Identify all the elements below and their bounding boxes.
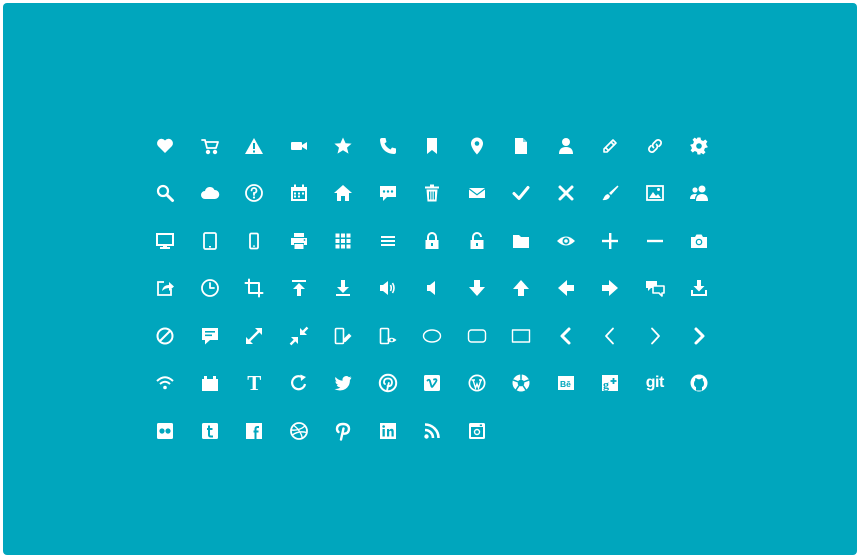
document-icon <box>499 122 544 170</box>
chevron-right-icon <box>633 312 678 360</box>
plus-icon <box>588 217 633 265</box>
star-icon <box>321 122 366 170</box>
image-icon <box>633 170 678 218</box>
volume-up-icon <box>366 265 411 313</box>
arrow-right-icon <box>588 265 633 313</box>
search-icon <box>143 170 188 218</box>
close-icon <box>544 170 589 218</box>
menu-icon <box>366 217 411 265</box>
text-icon: T <box>247 370 262 395</box>
behance-icon: Bē <box>544 360 589 408</box>
pinterest-p-icon <box>321 407 366 455</box>
google-plus-icon: g <box>588 360 633 408</box>
arrow-up-icon <box>499 265 544 313</box>
svg-text:Bē: Bē <box>560 379 571 389</box>
install-icon <box>677 265 722 313</box>
rounded-rect-icon <box>455 312 500 360</box>
rss-icon <box>410 407 455 455</box>
tumblr-icon <box>188 407 233 455</box>
trash-icon <box>410 170 455 218</box>
twitter-icon <box>321 360 366 408</box>
clock-icon <box>188 265 233 313</box>
calendar-icon <box>277 170 322 218</box>
arrow-down-icon <box>455 265 500 313</box>
minus-icon <box>633 217 678 265</box>
chevron-left-bold-icon <box>544 312 589 360</box>
refresh-icon <box>277 360 322 408</box>
chat-bubble-icon <box>366 170 411 218</box>
icon-grid: T Bē g git <box>143 122 723 455</box>
linkedin-icon <box>366 407 411 455</box>
monitor-icon <box>143 217 188 265</box>
brush-icon <box>588 170 633 218</box>
cart-icon <box>188 122 233 170</box>
expand-icon <box>232 312 277 360</box>
mobile-edit-icon <box>321 312 366 360</box>
crop-icon <box>232 265 277 313</box>
mail-icon <box>455 170 500 218</box>
svg-text:g: g <box>603 378 609 392</box>
help-icon <box>232 170 277 218</box>
phone-device-icon <box>232 217 277 265</box>
upload-icon <box>277 265 322 313</box>
tablet-icon <box>188 217 233 265</box>
pencil-icon <box>588 122 633 170</box>
map-pin-icon <box>455 122 500 170</box>
github-icon <box>677 360 722 408</box>
volume-down-icon <box>410 265 455 313</box>
printer-icon <box>277 217 322 265</box>
camera-icon <box>677 217 722 265</box>
gear-icon <box>677 122 722 170</box>
wifi-icon <box>143 360 188 408</box>
icon-panel: T Bē g git <box>3 3 857 555</box>
battery-icon <box>188 360 233 408</box>
mobile-view-icon <box>366 312 411 360</box>
rectangle-icon <box>499 312 544 360</box>
eye-icon <box>544 217 589 265</box>
block-icon <box>143 312 188 360</box>
download-icon <box>321 265 366 313</box>
grid-icon <box>321 217 366 265</box>
home-icon <box>321 170 366 218</box>
chat-icon <box>633 265 678 313</box>
dribbble-icon <box>277 407 322 455</box>
comment-icon <box>188 312 233 360</box>
video-camera-icon <box>277 122 322 170</box>
lock-icon <box>410 217 455 265</box>
flickr-icon <box>143 407 188 455</box>
compress-icon <box>277 312 322 360</box>
folder-icon <box>499 217 544 265</box>
share-icon <box>143 265 188 313</box>
users-icon <box>677 170 722 218</box>
heart-icon <box>143 122 188 170</box>
bookmark-icon <box>410 122 455 170</box>
chevron-left-icon <box>588 312 633 360</box>
picasa-icon <box>499 360 544 408</box>
facebook-icon <box>232 407 277 455</box>
link-icon <box>633 122 678 170</box>
git-icon: git <box>645 374 665 392</box>
instagram-icon <box>455 407 500 455</box>
warning-icon <box>232 122 277 170</box>
vimeo-icon <box>410 360 455 408</box>
user-icon <box>544 122 589 170</box>
checkmark-icon <box>499 170 544 218</box>
ellipse-icon <box>410 312 455 360</box>
phone-icon <box>366 122 411 170</box>
unlock-icon <box>455 217 500 265</box>
chevron-right-bold-icon <box>677 312 722 360</box>
wordpress-icon <box>455 360 500 408</box>
pinterest-icon <box>366 360 411 408</box>
arrow-left-icon <box>544 265 589 313</box>
cloud-icon <box>188 170 233 218</box>
